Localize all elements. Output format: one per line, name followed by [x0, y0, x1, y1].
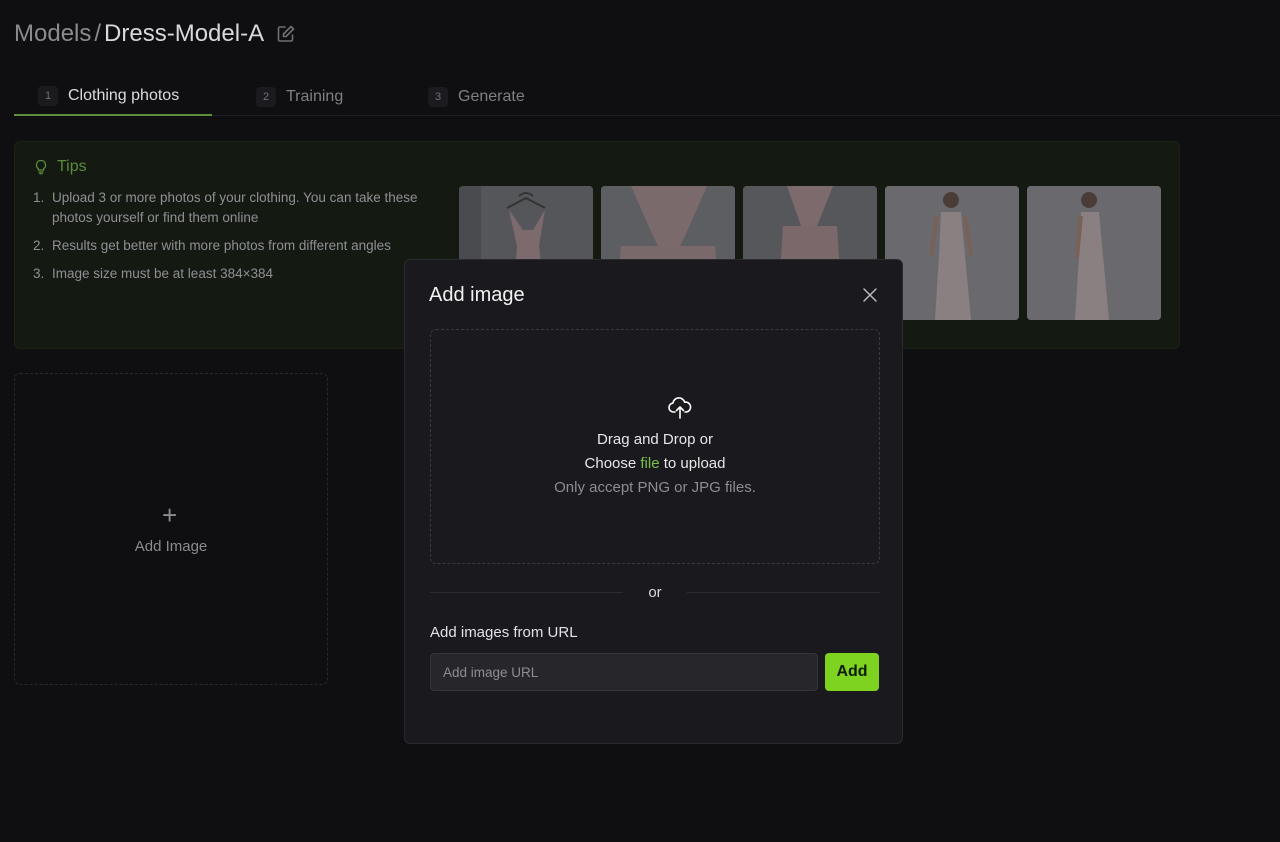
tip-item: 3. Image size must be at least 384×384: [33, 266, 274, 281]
tab-training[interactable]: 2 Training: [254, 78, 343, 116]
url-section-label: Add images from URL: [430, 624, 578, 641]
dropzone-text-drag: Drag and Drop or: [597, 431, 713, 448]
cloud-upload-icon: [668, 397, 692, 419]
add-image-card[interactable]: + Add Image: [14, 373, 328, 685]
tab-label: Training: [286, 88, 344, 105]
pencil-square-icon[interactable]: [276, 24, 296, 44]
model-name-title: Dress-Model-A: [104, 20, 265, 47]
tips-title: Tips: [57, 158, 87, 175]
tab-step-number: 3: [428, 87, 448, 107]
choose-file-link[interactable]: file: [640, 455, 659, 472]
image-url-input[interactable]: [430, 653, 818, 691]
breadcrumb: Models / Dress-Model-A: [14, 20, 296, 48]
tab-generate[interactable]: 3 Generate: [426, 78, 525, 116]
tips-list: 1. Upload 3 or more photos of your clothi…: [33, 188, 443, 294]
tab-step-number: 2: [256, 87, 276, 107]
tips-heading: Tips: [33, 158, 87, 176]
tab-label: Generate: [458, 88, 525, 105]
breadcrumb-separator: /: [94, 20, 102, 47]
plus-icon: +: [162, 500, 178, 530]
lightbulb-icon: [35, 159, 47, 175]
divider-rule-right: [687, 592, 880, 593]
tab-clothing-photos[interactable]: 1 Clothing photos: [14, 78, 212, 116]
example-photo-model-side: [1027, 186, 1161, 320]
add-image-modal: Add image Drag and Drop or Choose file t…: [404, 259, 903, 744]
or-divider: or: [430, 584, 880, 602]
tab-step-number: 1: [38, 86, 58, 106]
breadcrumb-models-link[interactable]: Models: [14, 20, 91, 48]
upload-dropzone[interactable]: Drag and Drop or Choose file to upload O…: [430, 329, 880, 564]
dropzone-text-choose: Choose file to upload: [584, 455, 726, 472]
tip-item: 2. Results get better with more photos fr…: [33, 238, 391, 253]
example-photo-model-front: [885, 186, 1019, 320]
add-url-button[interactable]: Add: [825, 653, 879, 691]
tab-label: Clothing photos: [68, 87, 180, 104]
tip-item: 1. Upload 3 or more photos of your clothi…: [33, 190, 418, 225]
step-tabs: 1 Clothing photos 2 Training 3 Generate: [14, 78, 1280, 116]
modal-title: Add image: [429, 284, 525, 306]
close-icon[interactable]: [861, 286, 879, 304]
add-image-label: Add Image: [134, 538, 208, 555]
dropzone-file-types-hint: Only accept PNG or JPG files.: [554, 479, 756, 496]
